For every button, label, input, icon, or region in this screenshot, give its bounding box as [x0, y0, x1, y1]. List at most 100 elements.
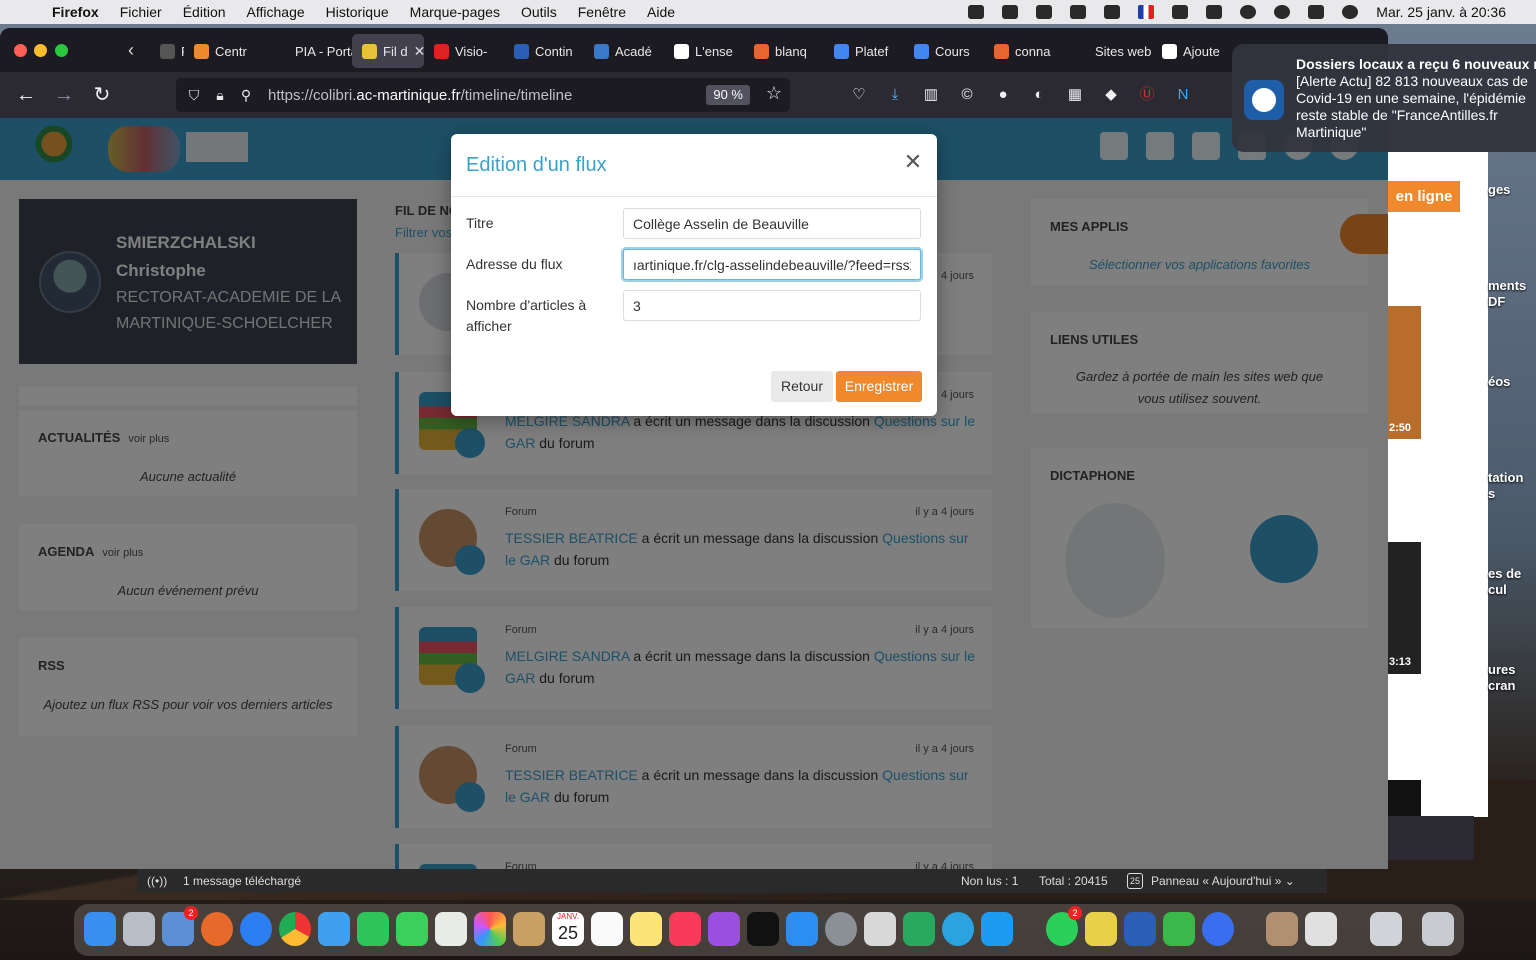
music-icon[interactable] [669, 912, 701, 946]
desktop-icon-label[interactable]: ments DF [1488, 278, 1526, 310]
extension-c-icon[interactable]: © [956, 84, 978, 106]
pocket-icon[interactable]: ♡ [848, 84, 870, 106]
lock-icon[interactable]: 🔒︎ [212, 87, 228, 103]
menu-affichage[interactable]: Affichage [247, 4, 305, 20]
desktop-icon-label[interactable]: ges [1488, 182, 1510, 198]
storage-icon[interactable] [1002, 5, 1019, 19]
reload-icon[interactable]: ↻ [90, 83, 114, 107]
browser-tab[interactable]: Contin [504, 34, 584, 68]
spotlight-search-icon[interactable] [1274, 5, 1291, 19]
back-button[interactable]: Retour [771, 371, 833, 402]
flask-icon[interactable] [1036, 5, 1053, 19]
siri-icon[interactable] [1342, 5, 1359, 19]
article-count-field[interactable] [623, 290, 921, 321]
shield-icon[interactable]: ⛉ [186, 87, 202, 103]
browser-tab[interactable]: blanq [744, 34, 824, 68]
browser-tab[interactable]: Ajoute [1152, 34, 1232, 68]
control-center-icon[interactable] [1308, 5, 1325, 19]
ublock-icon[interactable]: Ⓤ [1136, 84, 1158, 106]
today-panel-toggle[interactable]: Panneau « Aujourd'hui » ⌄ [1151, 874, 1295, 888]
desktop-icon-label[interactable]: éos [1488, 374, 1510, 390]
bookmark-star-icon[interactable]: ☆ [766, 83, 782, 104]
url-text[interactable]: https://colibri.ac-martinique.fr/timelin… [268, 87, 572, 104]
signal-icon[interactable] [1202, 912, 1234, 946]
video-thumbnail[interactable] [1388, 780, 1421, 816]
menu-marque-pages[interactable]: Marque-pages [410, 4, 500, 20]
system-preferences-icon[interactable] [825, 912, 857, 946]
maps-icon[interactable] [435, 912, 467, 946]
input-source-flag-icon[interactable] [1138, 5, 1155, 19]
contacts-icon[interactable] [513, 912, 545, 946]
reminders-icon[interactable] [591, 912, 623, 946]
app-store-icon[interactable] [786, 912, 818, 946]
browser-tab[interactable]: Platef [824, 34, 904, 68]
desktop-icon-label[interactable]: tation s [1488, 470, 1523, 502]
screenshot-stack-icon[interactable] [1370, 912, 1402, 946]
menu-fenetre[interactable]: Fenêtre [578, 4, 626, 20]
browser-tab[interactable]: PIA - Porta [264, 34, 352, 68]
desktop-icon-label[interactable]: es de cul [1488, 566, 1521, 598]
fullscreen-window-button[interactable] [55, 44, 68, 57]
menu-historique[interactable]: Historique [326, 4, 389, 20]
launchpad-icon[interactable] [123, 912, 155, 946]
save-button[interactable]: Enregistrer [836, 371, 922, 402]
menu-app-firefox[interactable]: Firefox [52, 4, 99, 20]
documents-stack-icon[interactable] [1305, 912, 1337, 946]
extension-n-icon[interactable]: N [1172, 84, 1194, 106]
tab-scroll-left-icon[interactable]: ‹ [122, 38, 140, 62]
menu-outils[interactable]: Outils [521, 4, 557, 20]
facetime-icon[interactable] [357, 912, 389, 946]
background-window[interactable]: en ligne 2:50 3:13 [1388, 152, 1488, 817]
finder-icon[interactable] [84, 912, 116, 946]
close-tab-icon[interactable]: ✕ [414, 43, 424, 60]
browser-tab[interactable]: P [150, 34, 184, 68]
podcasts-icon[interactable] [708, 912, 740, 946]
apple-menu-icon[interactable] [20, 3, 38, 21]
battery-icon[interactable] [1206, 5, 1223, 19]
title-field[interactable] [623, 208, 921, 239]
c-app-icon[interactable] [1163, 912, 1195, 946]
downloads-stack-icon[interactable] [1266, 912, 1298, 946]
feed-url-field[interactable] [623, 249, 921, 280]
downloads-icon[interactable]: ⤓ [884, 84, 906, 106]
browser-tab[interactable]: Fil d ✕ [352, 34, 424, 68]
browser-tab[interactable]: Sites web [1064, 34, 1152, 68]
extension-puzzle-icon[interactable]: ◐ [1028, 84, 1050, 106]
safari-icon[interactable] [240, 912, 272, 946]
script-editor-icon[interactable] [864, 912, 896, 946]
menu-fichier[interactable]: Fichier [120, 4, 162, 20]
browser-tab[interactable]: Visio- [424, 34, 504, 68]
flask-app-icon[interactable] [1085, 912, 1117, 946]
telegram-icon[interactable] [942, 912, 974, 946]
permissions-icon[interactable]: ⚲ [238, 87, 254, 103]
menu-clock[interactable]: Mar. 25 janv. à 20:36 [1376, 4, 1506, 20]
photos-icon[interactable] [474, 912, 506, 946]
twitter-icon[interactable] [981, 912, 1013, 946]
desktop-icon-label[interactable]: ures cran [1488, 662, 1515, 694]
menu-edition[interactable]: Édition [183, 4, 226, 20]
sync-icon[interactable] [903, 912, 935, 946]
video-thumbnail[interactable]: 2:50 [1388, 306, 1421, 439]
messages-icon[interactable] [396, 912, 428, 946]
menu-aide[interactable]: Aide [647, 4, 675, 20]
notes-icon[interactable] [630, 912, 662, 946]
calendar-icon[interactable]: JANV. 25 [552, 912, 584, 946]
extension-grid-icon[interactable]: ▦ [1064, 84, 1086, 106]
forward-icon[interactable]: → [52, 83, 76, 107]
zoom-indicator[interactable]: 90 % [706, 85, 750, 105]
notification-banner[interactable]: Dossiers locaux a reçu 6 nouveaux r [Ale… [1232, 44, 1536, 152]
extension-paw-icon[interactable]: ● [992, 84, 1014, 106]
browser-tab[interactable]: conna [984, 34, 1064, 68]
address-bar[interactable]: ⛉ 🔒︎ ⚲ https://colibri.ac-martinique.fr/… [176, 78, 790, 112]
sidebar-icon[interactable]: ▥ [920, 84, 942, 106]
minimize-window-button[interactable] [34, 44, 47, 57]
mail-icon[interactable] [318, 912, 350, 946]
close-window-button[interactable] [14, 44, 27, 57]
t-app-icon[interactable] [1070, 5, 1087, 19]
en-ligne-button[interactable]: en ligne [1388, 181, 1460, 212]
close-icon[interactable]: ✕ [903, 151, 923, 173]
video-thumbnail[interactable]: 3:13 [1388, 542, 1421, 674]
bluetooth-icon[interactable] [1172, 5, 1189, 19]
browser-tab[interactable]: L'ense [664, 34, 744, 68]
thunderbird-icon[interactable]: 2 [162, 906, 198, 946]
